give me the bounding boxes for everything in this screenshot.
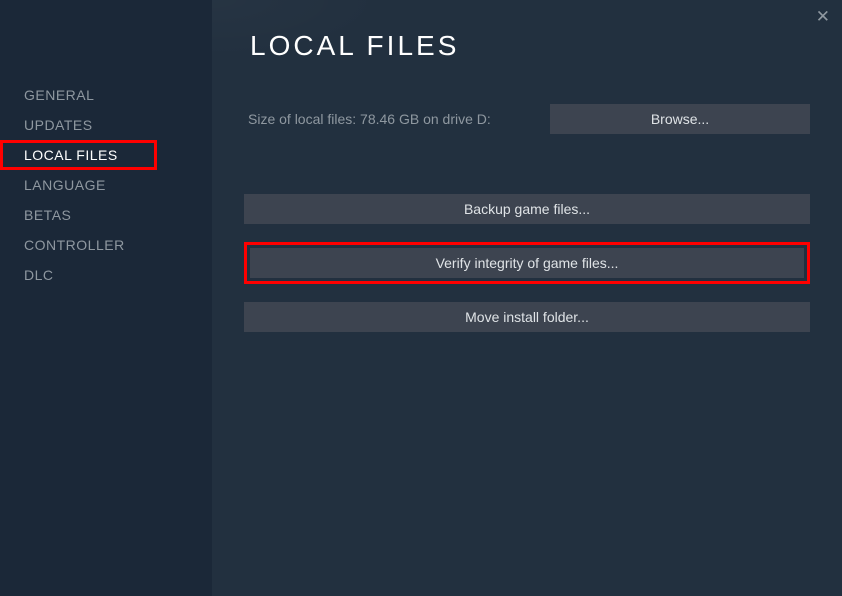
size-row: Size of local files: 78.46 GB on drive D… (244, 104, 810, 134)
sidebar-item-local-files[interactable]: LOCAL FILES (0, 140, 157, 170)
browse-button[interactable]: Browse... (550, 104, 810, 134)
sidebar: GENERAL UPDATES LOCAL FILES LANGUAGE BET… (0, 0, 212, 596)
verify-highlight: Verify integrity of game files... (244, 242, 810, 284)
sidebar-item-language[interactable]: LANGUAGE (0, 170, 212, 200)
size-text: Size of local files: 78.46 GB on drive D… (248, 111, 491, 127)
main-panel: ✕ LOCAL FILES Size of local files: 78.46… (212, 0, 842, 596)
sidebar-item-dlc[interactable]: DLC (0, 260, 212, 290)
sidebar-item-betas[interactable]: BETAS (0, 200, 212, 230)
sidebar-item-updates[interactable]: UPDATES (0, 110, 212, 140)
close-button[interactable]: ✕ (816, 8, 830, 25)
page-title: LOCAL FILES (250, 30, 810, 62)
sidebar-item-general[interactable]: GENERAL (0, 80, 212, 110)
move-button[interactable]: Move install folder... (244, 302, 810, 332)
verify-button[interactable]: Verify integrity of game files... (250, 248, 804, 278)
backup-button[interactable]: Backup game files... (244, 194, 810, 224)
sidebar-item-controller[interactable]: CONTROLLER (0, 230, 212, 260)
